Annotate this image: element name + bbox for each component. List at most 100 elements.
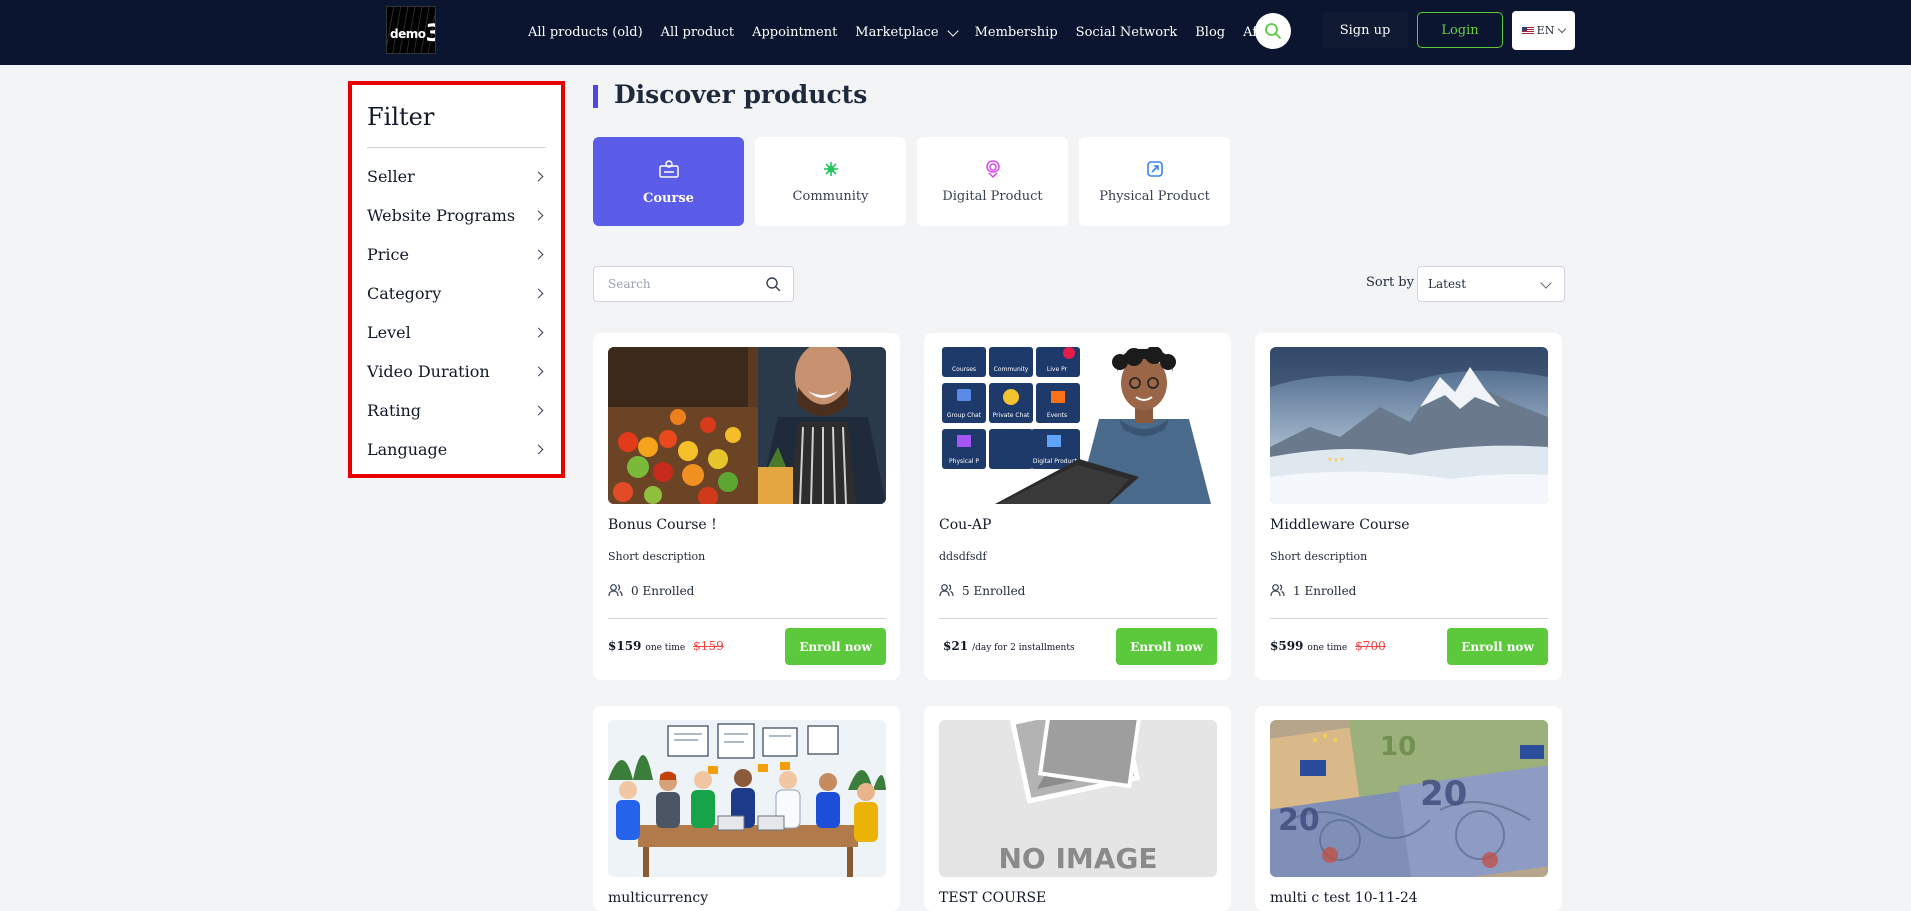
course-title[interactable]: Middleware Course	[1270, 517, 1410, 533]
category-label: Digital Product	[942, 189, 1043, 204]
tile-live: Live Pr	[1047, 366, 1068, 373]
category-tab-physical-product[interactable]: Physical Product	[1079, 137, 1230, 226]
course-card[interactable]: 10 20 20 multi c test 10-11-24	[1255, 706, 1562, 911]
price-row: $21 /day for 2 installments	[943, 639, 1075, 653]
tile-community: Community	[994, 366, 1029, 373]
course-description: Short description	[1270, 550, 1368, 563]
users-icon	[1270, 584, 1285, 597]
course-title[interactable]: Bonus Course !	[608, 517, 717, 533]
category-tab-community[interactable]: Community	[755, 137, 906, 226]
course-title[interactable]: multicurrency	[608, 890, 708, 906]
filter-divider	[367, 147, 546, 148]
course-card[interactable]: Courses Community Live Pr Group Chat Pri…	[924, 333, 1231, 680]
course-card[interactable]: NO IMAGE TEST COURSE	[924, 706, 1231, 911]
chevron-down-icon	[1540, 277, 1552, 289]
course-card[interactable]: multicurrency	[593, 706, 900, 911]
search-input[interactable]	[594, 267, 764, 301]
sort-value: Latest	[1428, 277, 1467, 291]
us-flag-icon	[1521, 26, 1534, 35]
banknote-20-left: 20	[1278, 803, 1320, 838]
course-title[interactable]: Cou-AP	[939, 517, 991, 533]
price: $599	[1270, 639, 1304, 653]
course-card[interactable]: Middleware Course Short description 1 En…	[1255, 333, 1562, 680]
filter-panel: Filter Seller Website Programs Price Cat…	[348, 81, 565, 478]
nav-all-products-old[interactable]: All products (old)	[528, 25, 643, 40]
filter-item-rating[interactable]: Rating	[367, 397, 546, 423]
digital-product-icon	[985, 160, 1000, 179]
filter-item-language[interactable]: Language	[367, 436, 546, 462]
filter-item-price[interactable]: Price	[367, 241, 546, 267]
banknote-20-right: 20	[1420, 774, 1467, 814]
search-icon	[1265, 23, 1281, 39]
language-selector[interactable]: EN	[1512, 11, 1575, 50]
page-title: Discover products	[614, 80, 868, 109]
card-divider	[1270, 618, 1548, 619]
tile-physical: Physical P	[949, 458, 979, 465]
course-thumbnail-euro-banknotes: 10 20 20	[1270, 720, 1548, 877]
nav-social-network[interactable]: Social Network	[1076, 25, 1178, 40]
enroll-now-button[interactable]: Enroll now	[1447, 628, 1548, 665]
course-icon	[658, 160, 679, 178]
users-icon	[608, 584, 623, 597]
filter-item-website-programs[interactable]: Website Programs	[367, 202, 546, 228]
filter-item-video-duration[interactable]: Video Duration	[367, 358, 546, 384]
course-thumbnail-mountain	[1270, 347, 1548, 504]
price-note: /day for 2 installments	[972, 643, 1075, 653]
logo-text: demo3	[390, 19, 435, 47]
course-thumbnail-laptop-man: Courses Community Live Pr Group Chat Pri…	[939, 347, 1217, 504]
category-tab-course[interactable]: Course	[593, 137, 744, 226]
category-label: Community	[792, 189, 869, 204]
category-tab-digital-product[interactable]: Digital Product	[917, 137, 1068, 226]
nav-all-product[interactable]: All product	[661, 25, 734, 40]
language-code: EN	[1536, 24, 1555, 37]
nav-appointment[interactable]: Appointment	[752, 25, 837, 40]
enrolled-count: 5 Enrolled	[939, 583, 1025, 598]
chevron-right-icon	[533, 405, 544, 415]
nav-marketplace[interactable]: Marketplace	[855, 24, 959, 40]
sort-label: Sort by	[1366, 275, 1414, 290]
card-divider	[608, 618, 886, 619]
users-icon	[939, 584, 954, 597]
tile-events: Events	[1047, 412, 1067, 419]
category-label: Physical Product	[1099, 189, 1210, 204]
price-note: one time	[645, 643, 686, 653]
course-thumbnail-grocer	[608, 347, 886, 504]
login-button[interactable]: Login	[1417, 12, 1503, 48]
price-row: $159 one time $159	[608, 639, 724, 653]
community-icon	[823, 162, 838, 176]
main-nav: All products (old) All product Appointme…	[528, 0, 1260, 65]
price-note: one time	[1307, 643, 1348, 653]
header-search-button[interactable]	[1255, 13, 1291, 49]
tile-courses: Courses	[952, 366, 976, 373]
course-title[interactable]: multi c test 10-11-24	[1270, 890, 1418, 906]
course-description: ddsdfsdf	[939, 550, 987, 563]
course-thumbnail-no-image: NO IMAGE	[939, 720, 1217, 877]
filter-item-level[interactable]: Level	[367, 319, 546, 345]
enrolled-count: 1 Enrolled	[1270, 583, 1356, 598]
course-thumbnail-team-meeting	[608, 720, 886, 877]
filter-item-category[interactable]: Category	[367, 280, 546, 306]
chevron-right-icon	[533, 366, 544, 376]
title-accent-bar	[593, 85, 598, 108]
filter-item-seller[interactable]: Seller	[367, 163, 546, 189]
chevron-right-icon	[533, 249, 544, 259]
chevron-down-icon	[946, 24, 959, 37]
tile-group-chat: Group Chat	[947, 412, 982, 419]
enroll-now-button[interactable]: Enroll now	[1116, 628, 1217, 665]
tile-private-chat: Private Chat	[993, 412, 1030, 419]
course-card[interactable]: Bonus Course ! Short description 0 Enrol…	[593, 333, 900, 680]
no-image-label: NO IMAGE	[998, 842, 1157, 875]
signup-button[interactable]: Sign up	[1322, 12, 1408, 48]
nav-membership[interactable]: Membership	[975, 25, 1058, 40]
chevron-right-icon	[533, 171, 544, 181]
search-icon[interactable]	[765, 276, 781, 292]
enrolled-count: 0 Enrolled	[608, 583, 694, 598]
card-divider	[939, 618, 1217, 619]
course-title[interactable]: TEST COURSE	[939, 890, 1046, 906]
site-logo[interactable]: demo3	[386, 6, 436, 54]
nav-blog[interactable]: Blog	[1195, 25, 1225, 40]
enroll-now-button[interactable]: Enroll now	[785, 628, 886, 665]
chevron-right-icon	[533, 210, 544, 220]
sort-dropdown[interactable]: Latest	[1417, 266, 1565, 302]
filter-title: Filter	[367, 103, 435, 131]
